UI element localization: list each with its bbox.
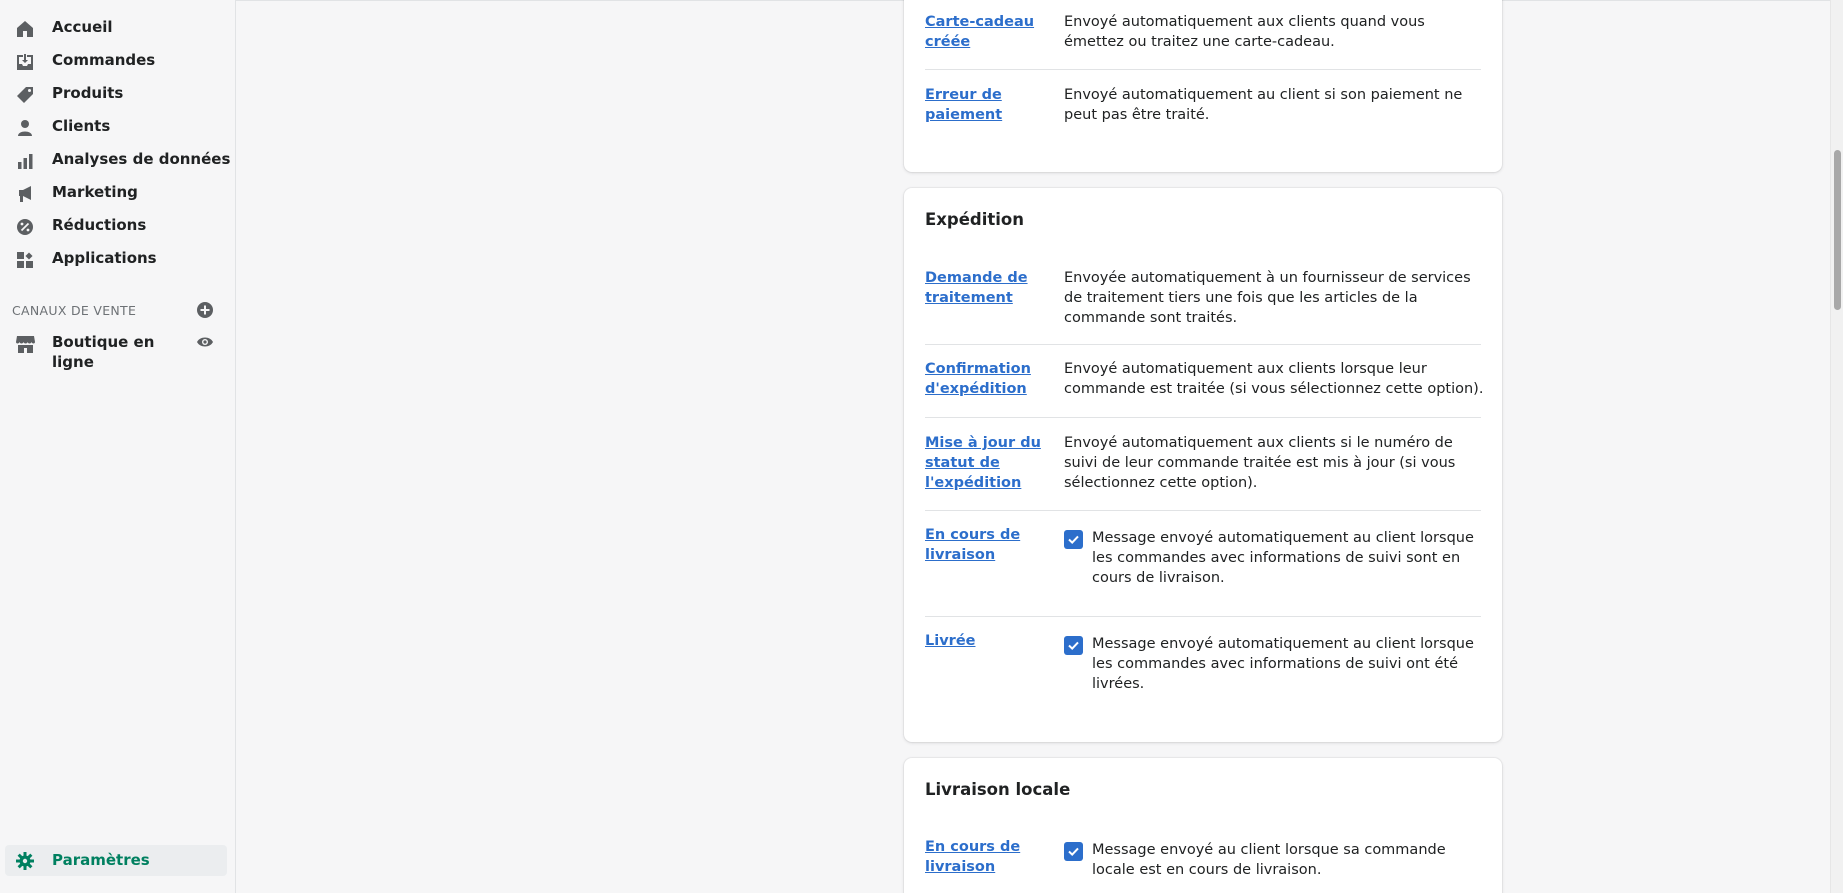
tag-icon: [17, 87, 33, 103]
template-link-out-for-delivery[interactable]: En cours de livraison: [925, 525, 1045, 565]
checkmark-icon: [1068, 535, 1079, 545]
sidebar-item-label: Paramètres: [52, 851, 150, 869]
notifications-card-local-delivery: Livraison locale En cours de livraison M…: [904, 758, 1502, 893]
sidebar-item-label: Produits: [52, 84, 124, 102]
list-item: Mise à jour du statut de l'expédition En…: [925, 418, 1481, 511]
enable-checkbox[interactable]: [1064, 530, 1083, 549]
sidebar-item-label: Accueil: [52, 18, 113, 36]
template-link-shipping-confirmation[interactable]: Confirmation d'expédition: [925, 359, 1045, 399]
card-title: Expédition: [925, 210, 1025, 229]
home-icon: [17, 21, 33, 37]
scrollbar-thumb[interactable]: [1834, 150, 1841, 310]
list-item: En cours de livraison Message envoyé aut…: [925, 511, 1481, 617]
template-link-shipping-update[interactable]: Mise à jour du statut de l'expédition: [925, 433, 1045, 493]
template-description: Envoyé automatiquement aux clients lorsq…: [1064, 361, 1484, 397]
template-description: Envoyée automatiquement à un fournisseur…: [1064, 270, 1471, 326]
scrollbar-track[interactable]: [1830, 0, 1843, 893]
sidebar-item-label: Analyses de données: [52, 150, 231, 168]
list-item: En cours de livraison Message envoyé au …: [925, 828, 1481, 893]
sidebar-item-commandes[interactable]: Commandes: [0, 45, 236, 75]
enable-checkbox[interactable]: [1064, 636, 1083, 655]
list-item: Carte-cadeau créée Envoyé automatiquemen…: [925, 0, 1481, 70]
bar-chart-icon: [18, 154, 33, 169]
gear-icon: [16, 852, 34, 870]
sidebar-item-label: Commandes: [52, 51, 156, 69]
enable-checkbox[interactable]: [1064, 842, 1083, 861]
sales-channels-heading: CANAUX DE VENTE: [12, 303, 137, 318]
list-item: Erreur de paiement Envoyé automatiquemen…: [925, 70, 1481, 150]
discount-icon: [17, 219, 33, 235]
sidebar-nav: Accueil Commandes Produits Clients Analy…: [0, 0, 236, 893]
add-circle-icon[interactable]: [196, 301, 214, 319]
template-link-local-out-for-delivery[interactable]: En cours de livraison: [925, 837, 1045, 877]
template-link-fulfillment-request[interactable]: Demande de traitement: [925, 268, 1045, 308]
template-description: Message envoyé au client lorsque sa comm…: [1092, 842, 1446, 878]
sidebar-item-label: Boutique en ligne: [52, 333, 155, 371]
sidebar-item-label: Réductions: [52, 216, 147, 234]
sidebar-item-label: Marketing: [52, 183, 138, 201]
template-description: Envoyé automatiquement au client si son …: [1064, 87, 1463, 123]
notifications-card-general: Carte-cadeau créée Envoyé automatiquemen…: [904, 0, 1502, 172]
store-icon: [16, 336, 35, 353]
template-description: Message envoyé automatiquement au client…: [1092, 636, 1474, 692]
sidebar-item-marketing[interactable]: Marketing: [0, 177, 236, 207]
sidebar-item-produits[interactable]: Produits: [0, 78, 236, 108]
template-description: Message envoyé automatiquement au client…: [1092, 530, 1474, 586]
sidebar-item-clients[interactable]: Clients: [0, 111, 236, 141]
sidebar-item-analyses[interactable]: Analyses de données: [0, 144, 236, 174]
sidebar-item-accueil[interactable]: Accueil: [0, 12, 236, 42]
sidebar-item-parametres[interactable]: Paramètres: [5, 845, 227, 876]
template-link-delivered[interactable]: Livrée: [925, 631, 1045, 651]
megaphone-icon: [19, 186, 31, 202]
template-link-gift-card-created[interactable]: Carte-cadeau créée: [925, 12, 1045, 52]
sidebar-item-applications[interactable]: Applications: [0, 243, 236, 273]
template-description: Envoyé automatiquement aux clients quand…: [1064, 14, 1425, 50]
checkmark-icon: [1068, 847, 1079, 857]
list-item: Livrée Message envoyé automatiquement au…: [925, 617, 1481, 727]
template-description: Envoyé automatiquement aux clients si le…: [1064, 435, 1456, 491]
orders-icon: [17, 54, 33, 70]
checkmark-icon: [1068, 641, 1079, 651]
notifications-card-shipping: Expédition Demande de traitement Envoyée…: [904, 188, 1502, 742]
apps-icon: [17, 252, 33, 268]
sidebar-item-reductions[interactable]: Réductions: [0, 210, 236, 240]
person-icon: [18, 120, 32, 136]
card-title: Livraison locale: [925, 780, 1071, 799]
template-link-payment-error[interactable]: Erreur de paiement: [925, 85, 1045, 125]
sidebar-item-label: Clients: [52, 117, 111, 135]
eye-icon[interactable]: [196, 335, 214, 349]
list-item: Demande de traitement Envoyée automatiqu…: [925, 259, 1481, 345]
list-item: Confirmation d'expédition Envoyé automat…: [925, 345, 1484, 418]
sidebar-item-label: Applications: [52, 249, 157, 267]
